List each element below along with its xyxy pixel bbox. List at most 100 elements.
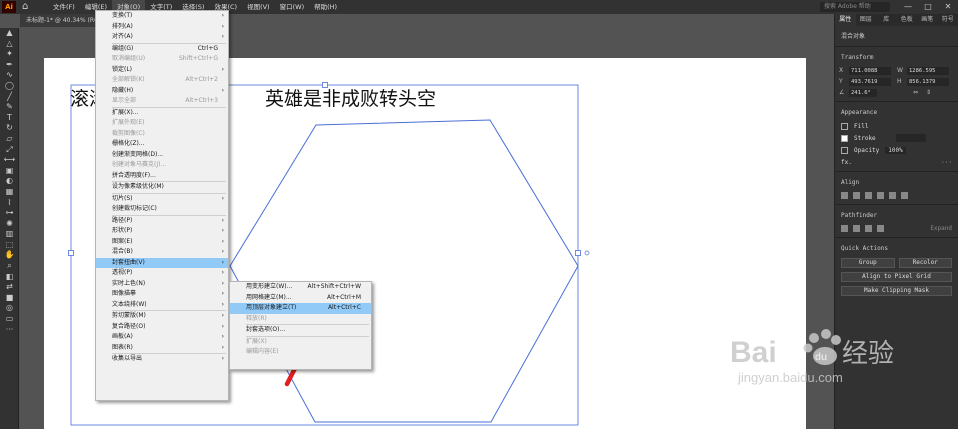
object-menu-item[interactable]: 实时上色(N) › bbox=[96, 279, 228, 290]
object-menu-item[interactable]: 编组(G) Ctrl+G bbox=[96, 44, 228, 55]
align-bottom-icon[interactable] bbox=[901, 192, 908, 199]
object-menu-item[interactable]: 栅格化(Z)... bbox=[96, 139, 228, 150]
flip-vertical-icon[interactable]: ⇕ bbox=[926, 89, 931, 96]
chevron-right-icon: › bbox=[221, 258, 224, 266]
x-field[interactable]: 711.0088 bbox=[849, 66, 891, 75]
object-menu-item-label: 形状(P) bbox=[112, 227, 133, 234]
object-menu-item[interactable]: 混合(B) › bbox=[96, 247, 228, 258]
object-menu-item[interactable]: 创建渐变网格(D)... bbox=[96, 150, 228, 161]
watermark-brand-2: 经验 bbox=[842, 339, 894, 369]
chevron-right-icon: › bbox=[221, 343, 224, 351]
fill-swatch[interactable] bbox=[841, 122, 848, 130]
recolor-button[interactable]: Recolor bbox=[898, 258, 952, 268]
exclude-icon[interactable] bbox=[877, 225, 884, 232]
tab-swatches[interactable]: 色板 bbox=[897, 14, 918, 26]
object-menu-item[interactable]: 扩展(X)... bbox=[96, 108, 228, 119]
y-label: Y bbox=[839, 78, 843, 85]
object-menu-item-label: 图案(E) bbox=[112, 237, 133, 245]
unite-icon[interactable] bbox=[841, 225, 848, 232]
handle-left[interactable] bbox=[68, 250, 74, 256]
object-menu-item[interactable]: 图案(E) › bbox=[96, 237, 228, 248]
align-left-icon[interactable] bbox=[841, 192, 848, 199]
minus-front-icon[interactable] bbox=[853, 225, 860, 232]
object-menu-item[interactable]: 剪切蒙版(M) › bbox=[96, 311, 228, 322]
align-to-pixel-grid-button[interactable]: Align to Pixel Grid bbox=[841, 272, 952, 282]
object-menu-item[interactable]: 路径(P) › bbox=[96, 216, 228, 227]
close-icon[interactable]: ✕ bbox=[938, 0, 958, 14]
expand-button[interactable]: Expand bbox=[930, 225, 952, 232]
object-menu-item-label: 创建裁切标记(C) bbox=[112, 205, 157, 212]
chevron-right-icon: › bbox=[221, 333, 224, 340]
tab-brushes[interactable]: 画笔 bbox=[917, 14, 938, 26]
chevron-right-icon: › bbox=[221, 194, 224, 202]
stroke-weight-field[interactable] bbox=[895, 134, 926, 142]
object-menu-item[interactable]: 图像描摹 › bbox=[96, 289, 228, 300]
object-menu-item[interactable]: 切片(S) › bbox=[96, 194, 228, 205]
paw-du: du bbox=[815, 352, 827, 363]
object-menu-item[interactable]: 创建裁切标记(C) bbox=[96, 204, 228, 215]
align-right-icon[interactable] bbox=[865, 192, 872, 199]
object-menu-item[interactable]: 文本绕排(W) › bbox=[96, 300, 228, 311]
tab-libraries[interactable]: 库 bbox=[876, 14, 897, 26]
h-field[interactable]: 856.1379 bbox=[907, 77, 949, 86]
align-hcenter-icon[interactable] bbox=[853, 192, 860, 199]
flip-horizontal-icon[interactable]: ⇔ bbox=[913, 89, 918, 96]
chevron-right-icon: › bbox=[221, 355, 224, 362]
opacity-label: Opacity bbox=[854, 146, 880, 154]
align-top-icon[interactable] bbox=[877, 192, 884, 199]
object-menu-item[interactable]: 透视(P) › bbox=[96, 268, 228, 279]
object-menu-item[interactable]: 形状(P) › bbox=[96, 226, 228, 237]
fx-row[interactable]: fx. ··· bbox=[835, 156, 958, 168]
tab-symbols[interactable]: 符号 bbox=[938, 14, 958, 26]
object-menu-item[interactable]: 变换(T) › bbox=[96, 11, 228, 22]
object-menu-dropdown: 变换(T) › 排列(A) › 对齐(A) › 编组(G) Ctrl+G 取消编组(U) Shif… bbox=[95, 10, 229, 401]
tab-properties[interactable]: 属性 bbox=[835, 14, 856, 26]
stroke-row[interactable]: Stroke bbox=[835, 132, 958, 144]
divider bbox=[835, 101, 958, 102]
object-menu-item[interactable]: 隐藏(H) › bbox=[96, 86, 228, 97]
envelope-menu-item[interactable]: 封套选项(O)... bbox=[230, 325, 371, 336]
object-menu-item[interactable]: 锁定(L) › bbox=[96, 65, 228, 76]
y-field[interactable]: 493.7619 bbox=[849, 77, 891, 86]
object-menu-item-label: 路径(P) bbox=[112, 216, 133, 224]
hexagon-shape[interactable] bbox=[229, 119, 579, 423]
angle-field[interactable]: 241.6° bbox=[849, 88, 877, 97]
align-vcenter-icon[interactable] bbox=[889, 192, 896, 199]
x-label: X bbox=[839, 67, 844, 74]
group-button[interactable]: Group bbox=[841, 258, 895, 268]
baidu-paw-logo: Bai du 经验 jingyan.baidu.com bbox=[730, 329, 894, 385]
object-menu-item[interactable]: 复合路径(O) › bbox=[96, 322, 228, 333]
object-menu-item[interactable]: 对齐(A) › bbox=[96, 32, 228, 43]
rotate-handle[interactable] bbox=[584, 250, 590, 256]
tab-layers[interactable]: 图层 bbox=[856, 14, 877, 26]
pathfinder-title: Pathfinder bbox=[841, 212, 878, 219]
chevron-right-icon: › bbox=[221, 300, 224, 308]
maximize-icon[interactable]: □ bbox=[918, 0, 938, 14]
divider bbox=[835, 46, 958, 47]
fx-button[interactable]: fx. bbox=[841, 159, 852, 166]
make-clipping-mask-button[interactable]: Make Clipping Mask bbox=[841, 286, 952, 296]
object-menu-item[interactable]: 拼合透明度(F)... bbox=[96, 171, 228, 182]
opacity-field[interactable]: 100% bbox=[885, 146, 906, 154]
envelope-menu-item[interactable]: 用网格建立(M)... Alt+Ctrl+M bbox=[230, 293, 371, 304]
envelope-menu-item[interactable]: 用变形建立(W)... Alt+Shift+Ctrl+W bbox=[230, 282, 371, 293]
object-menu-item-shortcut: Alt+Ctrl+2 bbox=[185, 76, 218, 83]
object-menu-item[interactable]: 收集以导出 › bbox=[96, 354, 228, 365]
object-menu-item[interactable]: 设为像素级优化(M) bbox=[96, 182, 228, 193]
object-menu-item[interactable]: 排列(A) › bbox=[96, 22, 228, 33]
object-menu-item[interactable]: 图表(R) › bbox=[96, 343, 228, 354]
object-menu-item: 扩展外观(E) bbox=[96, 118, 228, 129]
stroke-swatch[interactable] bbox=[841, 134, 848, 142]
handle-right[interactable] bbox=[575, 250, 581, 256]
appearance-more-icon[interactable]: ··· bbox=[941, 159, 952, 166]
chevron-right-icon: › bbox=[221, 86, 224, 94]
w-field[interactable]: 1286.595 bbox=[907, 66, 949, 75]
object-menu-item[interactable]: 画板(A) › bbox=[96, 332, 228, 343]
envelope-menu-item[interactable]: 用顶层对象建立(T) Alt+Ctrl+C bbox=[230, 303, 371, 314]
intersect-icon[interactable] bbox=[865, 225, 872, 232]
opacity-row[interactable]: Opacity 100% bbox=[835, 144, 958, 156]
object-menu-item[interactable]: 封套扭曲(V) › bbox=[96, 257, 228, 268]
minimize-icon[interactable]: — bbox=[898, 0, 918, 14]
fill-row[interactable]: Fill bbox=[835, 120, 958, 132]
fill-label: Fill bbox=[854, 122, 869, 130]
